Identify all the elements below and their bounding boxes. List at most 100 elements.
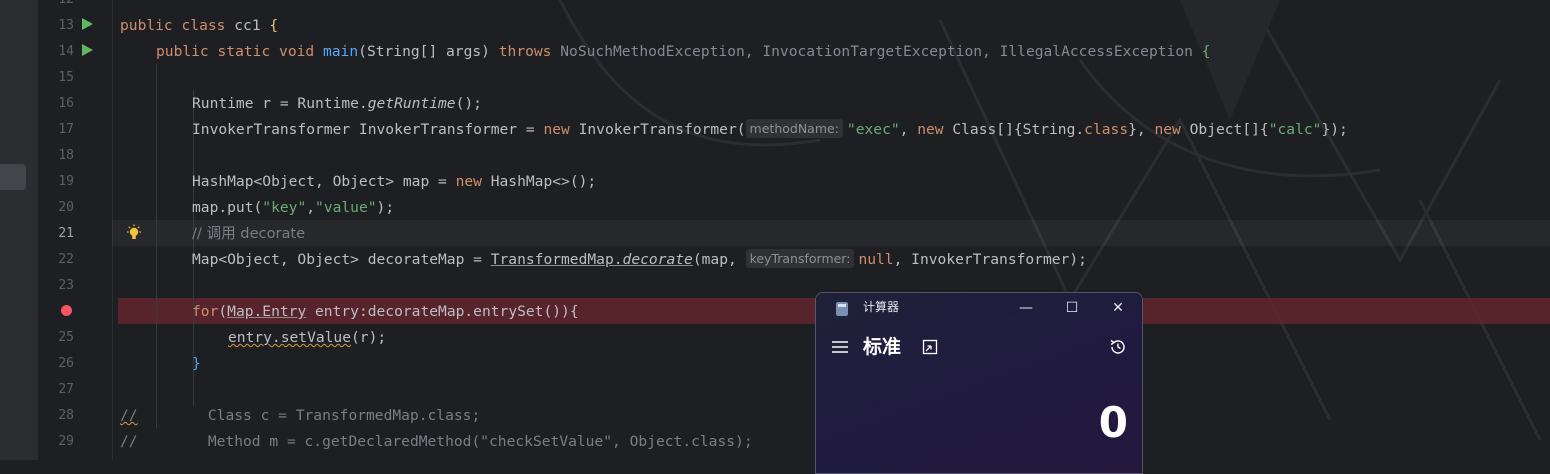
- code-line-25: entry.setValue(r);: [228, 325, 386, 351]
- code-token: Class c = TransformedMap.class;: [137, 407, 481, 424]
- code-token: Method m = c.getDeclaredMethod("checkSet…: [137, 433, 753, 450]
- line-number: 14: [58, 44, 74, 59]
- line-number: 27: [58, 382, 74, 397]
- code-token: NoSuchMethodException: [560, 43, 745, 60]
- code-token: ();: [455, 95, 482, 112]
- history-icon[interactable]: [1108, 337, 1128, 357]
- code-token: }: [1128, 121, 1137, 138]
- code-token: HashMap<>();: [481, 173, 597, 190]
- code-token: InvokerTransformer(: [569, 121, 746, 138]
- line-number: 17: [58, 122, 74, 137]
- calculator-title: 计算器: [863, 300, 900, 314]
- code-token: entry:decorateMap.entrySet()){: [306, 303, 579, 320]
- code-token: new: [455, 173, 482, 190]
- code-token: (: [358, 43, 367, 60]
- line-number: 28: [58, 408, 74, 423]
- code-token: (map,: [692, 251, 746, 268]
- code-token: null: [858, 251, 894, 268]
- calculator-app-icon: [836, 302, 848, 316]
- line-number-current: 21: [58, 226, 74, 241]
- calculator-mode-label: 标准: [863, 336, 902, 358]
- code-token: for: [192, 303, 219, 320]
- code-token: decorate: [622, 251, 693, 268]
- code-token: String[] args): [366, 43, 490, 60]
- hamburger-menu-icon[interactable]: [831, 338, 849, 356]
- code-token: "key": [262, 199, 307, 216]
- code-line-13: public class cc1 {: [120, 13, 278, 39]
- parameter-hint-methodName: methodName:: [745, 119, 843, 138]
- indent-guide: [156, 64, 157, 428]
- calculator-window[interactable]: 计算器 — ☐ ✕ 标准 0: [815, 292, 1143, 474]
- calculator-display: 0: [1098, 398, 1128, 447]
- code-token: Object[]{: [1180, 121, 1269, 138]
- code-token: class: [1084, 121, 1129, 138]
- code-line-17: InvokerTransformer InvokerTransformer = …: [192, 117, 1348, 143]
- minimize-button[interactable]: —: [1006, 294, 1046, 322]
- code-token: new: [1154, 121, 1181, 138]
- code-token: "calc": [1268, 121, 1322, 138]
- current-line-highlight: [112, 220, 1550, 246]
- code-token: {: [1201, 43, 1211, 60]
- code-token: , InvokerTransformer);: [893, 251, 1087, 268]
- code-token: "value": [315, 199, 377, 216]
- code-token: main: [322, 43, 359, 60]
- code-token: .: [613, 251, 623, 268]
- line-number: 23: [58, 278, 74, 293]
- run-class-icon[interactable]: [82, 18, 93, 30]
- breakpoint-icon[interactable]: [61, 305, 72, 316]
- code-token: ,: [1136, 121, 1155, 138]
- code-token: TransformedMap: [490, 251, 614, 268]
- line-number: 19: [58, 174, 74, 189]
- maximize-button[interactable]: ☐: [1052, 294, 1092, 322]
- line-number: 18: [58, 148, 74, 163]
- code-token: (: [218, 303, 228, 320]
- code-token: new: [543, 121, 570, 138]
- code-token: getRuntime: [367, 95, 456, 112]
- run-main-icon[interactable]: [82, 44, 93, 56]
- code-token: );: [376, 199, 395, 216]
- code-token: ,: [306, 199, 316, 216]
- code-line-20: map.put("key","value");: [192, 195, 394, 221]
- calculator-background: [816, 293, 1142, 473]
- code-token: Runtime r = Runtime.: [192, 95, 368, 112]
- parameter-hint-keyTransformer: keyTransformer:: [745, 249, 855, 268]
- code-token: InvocationTargetException: [762, 43, 983, 60]
- code-line-16: Runtime r = Runtime.getRuntime();: [192, 91, 482, 117]
- code-token: ,: [899, 121, 918, 138]
- close-button[interactable]: ✕: [1098, 294, 1138, 322]
- line-number: 22: [58, 252, 74, 267]
- code-token: Map.Entry: [227, 303, 307, 320]
- code-token: public: [120, 17, 173, 34]
- code-token: });: [1321, 121, 1348, 138]
- tool-window-selected-button[interactable]: [0, 164, 26, 190]
- line-number: 26: [58, 356, 74, 371]
- code-token: //: [120, 433, 138, 450]
- code-token: "exec": [846, 121, 900, 138]
- code-token: public: [156, 43, 209, 60]
- line-number: 20: [58, 200, 74, 215]
- code-line-26: }: [192, 351, 201, 377]
- code-line-22: Map<Object, Object> decorateMap = Transf…: [192, 247, 1087, 273]
- line-number: 29: [58, 434, 74, 449]
- code-line-29-comment: // Method m = c.getDeclaredMethod("check…: [120, 429, 753, 455]
- lightbulb-icon[interactable]: [126, 224, 142, 242]
- code-line-24: for(Map.Entry entry:decorateMap.entrySet…: [192, 299, 579, 325]
- code-token: //: [120, 407, 138, 424]
- keep-on-top-icon[interactable]: [922, 339, 938, 355]
- code-line-14: public static void main(String[] args) t…: [156, 39, 1210, 65]
- code-line-21-comment: // 调用 decorate: [192, 221, 305, 247]
- code-token: class: [181, 17, 226, 34]
- code-token: IllegalAccessException: [999, 43, 1193, 60]
- code-token: static: [217, 43, 271, 60]
- tool-window-strip: [0, 0, 38, 460]
- code-token: ,: [982, 43, 1000, 60]
- line-number: 16: [58, 96, 74, 111]
- code-token: ,: [744, 43, 763, 60]
- code-token: throws: [498, 43, 552, 60]
- code-token: new: [917, 121, 944, 138]
- code-line-19: HashMap<Object, Object> map = new HashMa…: [192, 169, 596, 195]
- code-token: HashMap<Object, Object> map =: [192, 173, 456, 190]
- code-token: InvokerTransformer InvokerTransformer =: [192, 121, 544, 138]
- code-token: {: [269, 17, 279, 34]
- code-token: Class[]{String.: [943, 121, 1085, 138]
